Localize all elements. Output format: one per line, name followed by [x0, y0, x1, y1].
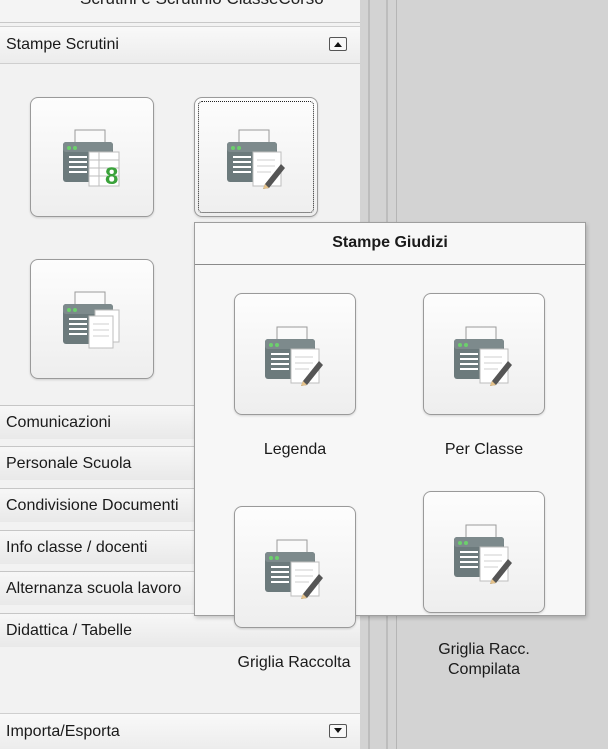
stampe-giudizi-popup: Stampe Giudizi Legenda Per Classe Grigli… [194, 222, 586, 678]
nav-item-label: Comunicazioni [6, 414, 111, 431]
per-classe-label: Per Classe [444, 441, 524, 458]
griglia-racc-compilata-label: Griglia Racc. Compilata [399, 640, 569, 680]
previous-section-strip[interactable]: Scrutini e Scrutinio ClasseCorso [0, 0, 360, 23]
nav-item-label: Info classe / docenti [6, 539, 148, 556]
printer-document-pencil-icon [265, 539, 323, 599]
section-title: Importa/Esporta [6, 723, 120, 740]
griglia-raccolta-label: Griglia Raccolta [237, 654, 351, 671]
printer-documents-icon [63, 291, 120, 349]
caption-line: Compilata [447, 661, 521, 678]
legenda-tile[interactable] [234, 293, 356, 415]
section-title: Stampe Scrutini [6, 36, 119, 53]
printer-document-pencil-icon [227, 129, 285, 189]
nav-item-label: Personale Scuola [6, 455, 132, 472]
printer-document-pencil-icon [454, 524, 512, 584]
print-scrutini-documents-tile[interactable] [30, 259, 154, 379]
print-scrutini-grid-tile[interactable]: 8 [30, 97, 154, 217]
per-classe-tile[interactable] [423, 293, 545, 415]
nav-item-label: Alternanza scuola lavoro [6, 580, 182, 597]
collapse-arrow-up-icon[interactable] [329, 37, 347, 51]
griglia-raccolta-tile[interactable] [234, 506, 356, 628]
printer-document-pencil-icon [265, 326, 323, 386]
expand-arrow-down-icon[interactable] [329, 724, 347, 738]
printer-document-pencil-icon [454, 326, 512, 386]
svg-text:8: 8 [105, 163, 118, 190]
caption-line: Griglia Racc. [438, 641, 530, 658]
previous-section-label: Scrutini e Scrutinio ClasseCorso [80, 0, 324, 9]
print-giudizi-tile[interactable] [194, 97, 318, 217]
legenda-label: Legenda [263, 441, 327, 458]
nav-item-label: Condivisione Documenti [6, 497, 179, 514]
griglia-racc-compilata-tile[interactable] [423, 491, 545, 613]
printer-grid-8-icon: 8 [63, 129, 120, 190]
section-header-stampe-scrutini[interactable]: Stampe Scrutini [0, 26, 360, 64]
nav-item-label: Didattica / Tabelle [6, 622, 132, 639]
section-header-importa-esporta[interactable]: Importa/Esporta [0, 713, 360, 749]
popup-title: Stampe Giudizi [195, 223, 585, 265]
